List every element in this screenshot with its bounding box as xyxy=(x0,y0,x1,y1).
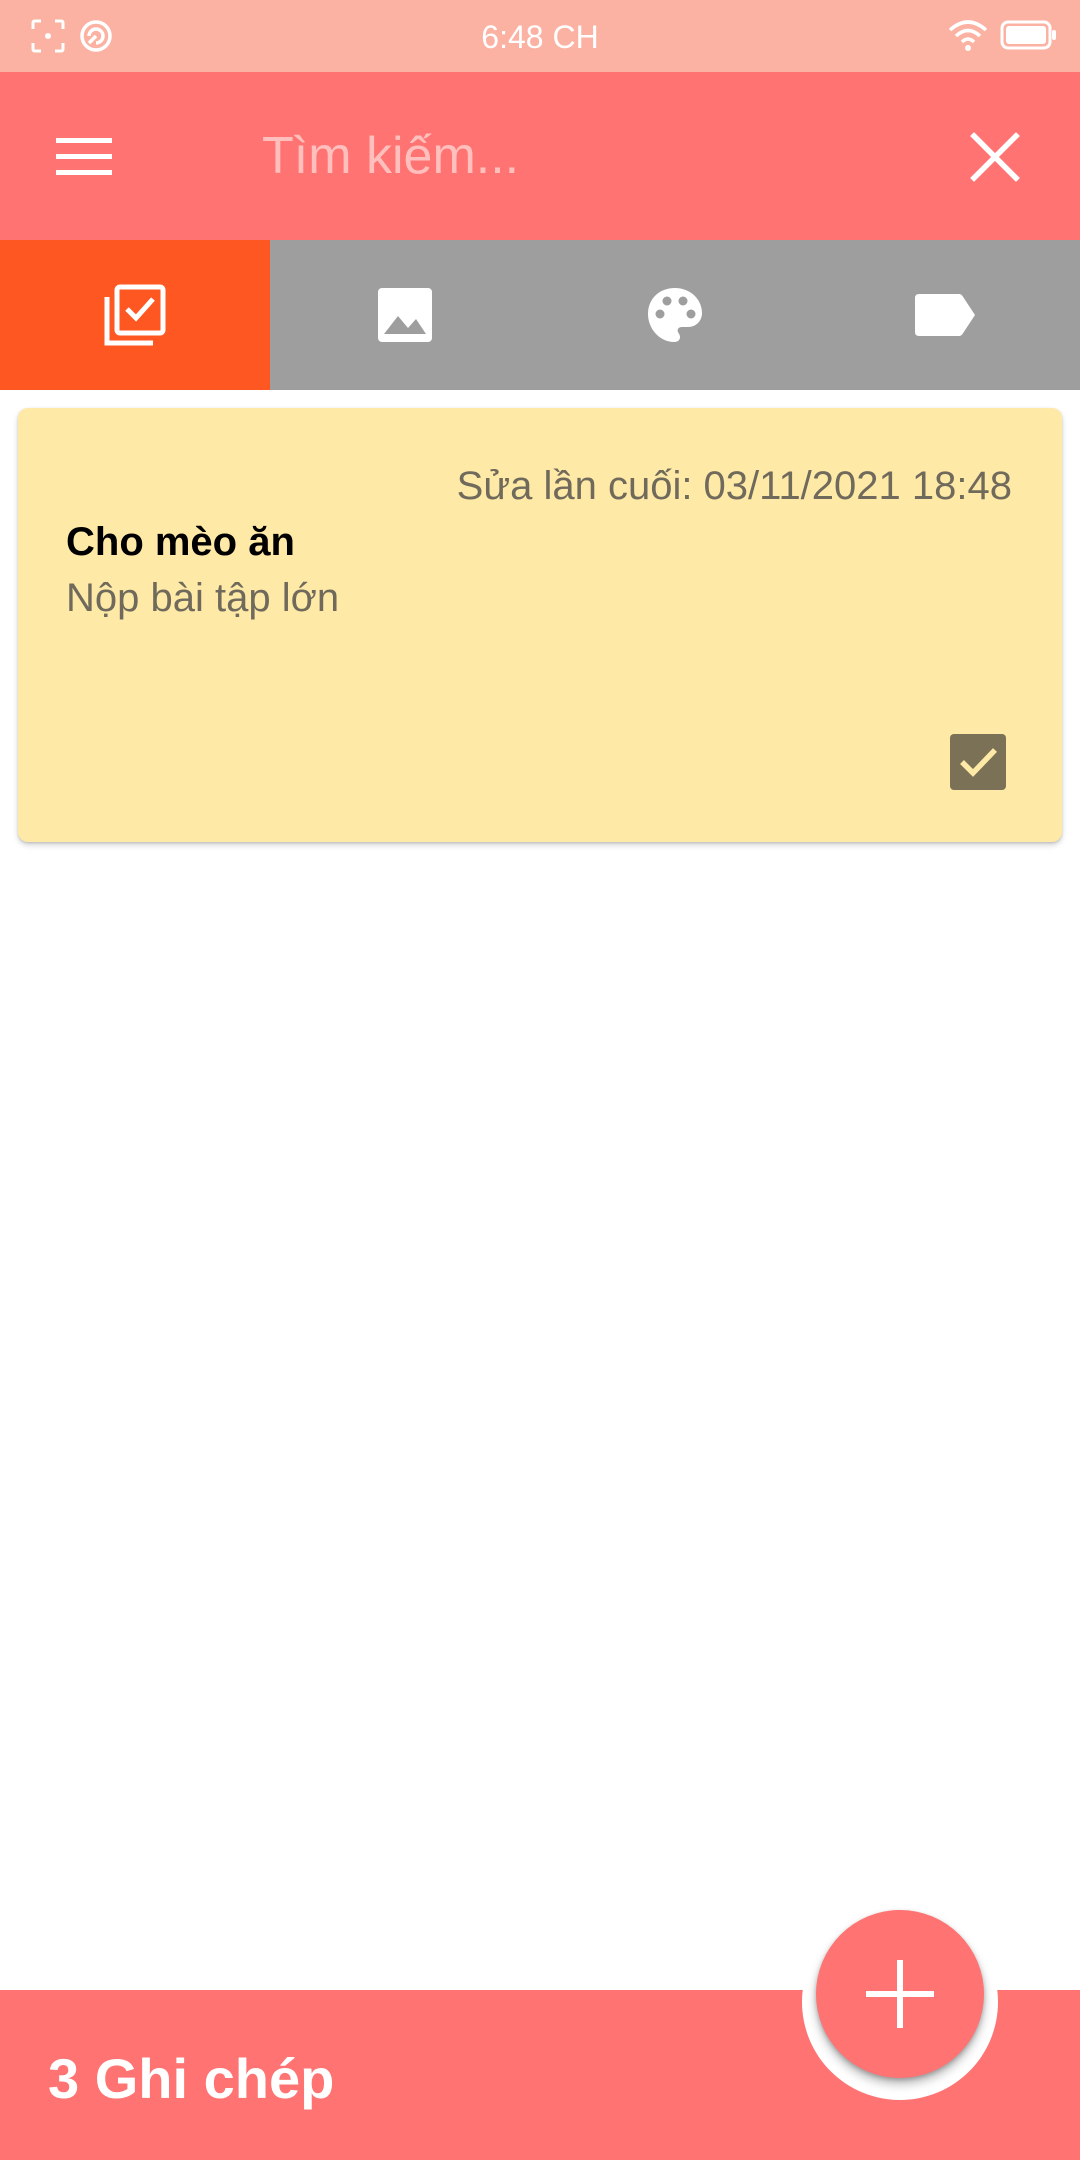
note-card[interactable]: Sửa lần cuối: 03/11/2021 18:48 Cho mèo ă… xyxy=(18,408,1062,842)
palette-icon xyxy=(648,288,702,342)
checklist-icon xyxy=(104,284,166,346)
tab-palette[interactable] xyxy=(540,240,810,390)
category-tabs xyxy=(0,240,1080,390)
menu-button[interactable] xyxy=(40,118,120,194)
tab-labels[interactable] xyxy=(810,240,1080,390)
notes-count-label: 3 Ghi chép xyxy=(48,2047,335,2110)
note-body: Nộp bài tập lớn xyxy=(66,576,340,620)
label-icon xyxy=(915,294,975,336)
check-icon xyxy=(960,748,997,777)
menu-icon xyxy=(56,138,112,175)
add-note-button[interactable] xyxy=(816,1910,984,2078)
battery-icon xyxy=(1000,18,1058,54)
add-icon xyxy=(866,1960,934,2028)
note-title: Cho mèo ăn xyxy=(66,520,295,564)
close-search-button[interactable] xyxy=(962,124,1028,190)
tab-checklist[interactable] xyxy=(0,240,270,390)
search-input[interactable] xyxy=(262,120,902,192)
tab-images[interactable] xyxy=(270,240,540,390)
status-time: 6:48 CH xyxy=(481,19,599,55)
wifi-icon xyxy=(948,18,988,54)
close-icon xyxy=(970,132,1020,182)
app-bar xyxy=(0,72,1080,240)
status-bar: 6:48 CH xyxy=(0,0,1080,72)
note-done-checkbox[interactable] xyxy=(950,734,1006,790)
note-last-edited: Sửa lần cuối: 03/11/2021 18:48 xyxy=(456,464,1012,508)
image-icon xyxy=(378,288,432,342)
